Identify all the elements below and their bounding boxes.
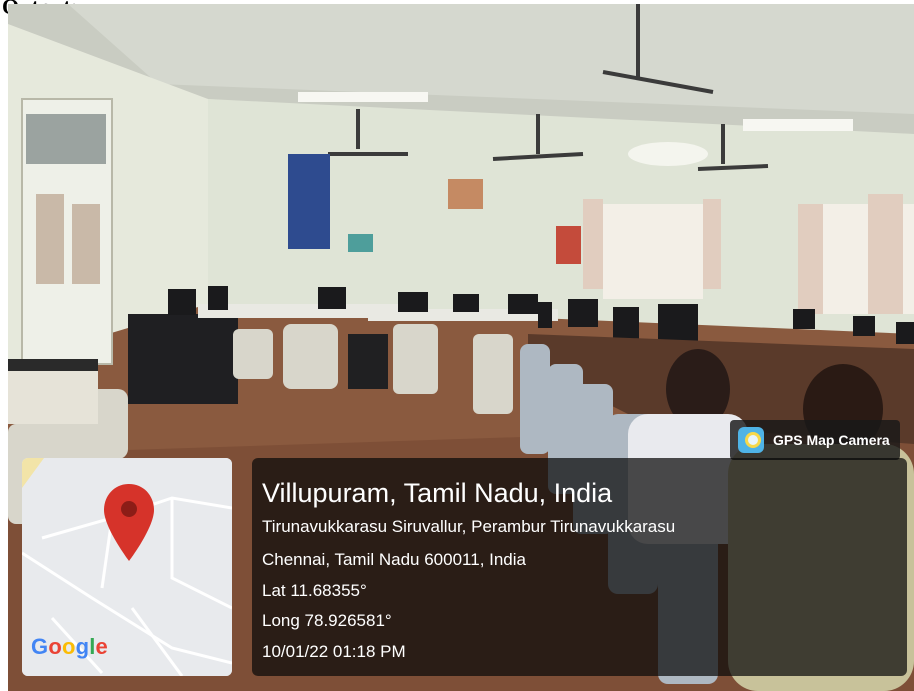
latitude: Lat 11.68355° (262, 581, 367, 600)
address-line-1: Tirunavukkarasu Siruvallur, Perambur Tir… (262, 517, 676, 536)
location-info-panel: Villupuram, Tamil Nadu, India Tirunavukk… (252, 458, 907, 676)
google-logo-letter: e (95, 634, 108, 659)
gps-map-camera-badge: GPS Map Camera (730, 420, 900, 460)
location-title: Villupuram, Tamil Nadu, India (262, 478, 613, 508)
longitude: Long 78.926581° (262, 611, 392, 630)
gps-map-camera-icon (738, 427, 764, 453)
datetime: 10/01/22 01:18 PM (262, 642, 406, 661)
google-logo-letter: o (61, 634, 76, 659)
google-logo-letter: o (48, 634, 62, 659)
address-line-2: Chennai, Tamil Nadu 600011, India (262, 550, 526, 569)
google-logo-letter: g (75, 634, 90, 659)
google-logo-letter: G (31, 634, 49, 659)
location-map-thumbnail: Google (22, 458, 232, 676)
google-logo: Google (31, 634, 108, 660)
badge-label: GPS Map Camera (773, 432, 890, 448)
